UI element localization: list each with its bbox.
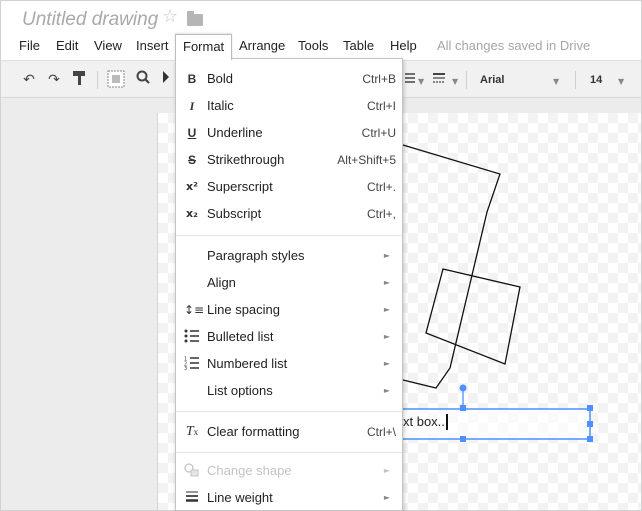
format-menu: B Bold Ctrl+B I Italic Ctrl+I U Underlin… <box>175 58 403 511</box>
submenu-arrow-icon: ► <box>383 251 390 260</box>
format-menu-change-shape: Change shape ► <box>176 458 402 484</box>
menu-insert[interactable]: Insert <box>136 34 169 58</box>
text-cursor <box>446 414 448 430</box>
format-menu-subscript[interactable]: x₂ Subscript Ctrl+, <box>176 201 402 227</box>
format-menu-paragraph-styles[interactable]: Paragraph styles ► <box>176 243 402 269</box>
menu-item-label: Subscript <box>207 206 262 221</box>
zoom-icon[interactable] <box>134 70 152 90</box>
undo-icon[interactable]: ↶ <box>20 70 38 90</box>
menu-help[interactable]: Help <box>390 34 417 58</box>
menu-item-label: Italic <box>207 98 234 113</box>
format-menu-underline[interactable]: U Underline Ctrl+U <box>176 120 402 146</box>
format-menu-clear-formatting[interactable]: Tx Clear formatting Ctrl+\ <box>176 419 402 445</box>
submenu-arrow-icon: ► <box>383 493 390 502</box>
format-menu-line-spacing[interactable]: ↕≡ Line spacing ► <box>176 297 402 323</box>
bulleted-list-icon <box>184 329 200 345</box>
submenu-arrow-icon: ► <box>383 359 390 368</box>
menu-item-label: Change shape <box>207 463 292 478</box>
menu-item-label: Strikethrough <box>207 152 285 167</box>
font-size-select[interactable]: 14 <box>582 70 622 90</box>
font-family-select[interactable]: Arial <box>470 70 562 90</box>
clear-formatting-icon: Tx <box>185 424 199 439</box>
format-menu-strikethrough[interactable]: S Strikethrough Alt+Shift+5 <box>176 147 402 173</box>
menu-item-label: Line spacing <box>207 302 280 317</box>
menu-view[interactable]: View <box>94 34 122 58</box>
textbox-content[interactable]: xt box.. <box>403 414 445 429</box>
folder-icon[interactable] <box>187 11 203 26</box>
submenu-arrow-icon: ► <box>383 386 390 395</box>
menu-item-label: Align <box>207 275 236 290</box>
format-menu-bulleted-list[interactable]: Bulleted list ► <box>176 324 402 350</box>
menu-item-label: Superscript <box>207 179 273 194</box>
bold-icon: B <box>187 72 197 86</box>
menu-item-shortcut: Alt+Shift+5 <box>337 153 396 167</box>
menu-file[interactable]: File <box>19 34 40 58</box>
italic-icon: I <box>189 99 195 113</box>
submenu-arrow-icon: ► <box>383 305 390 314</box>
menu-table[interactable]: Table <box>343 34 374 58</box>
star-icon[interactable]: ☆ <box>162 8 178 26</box>
toolbar-separator <box>97 71 98 89</box>
underline-icon: U <box>187 126 197 140</box>
menu-separator <box>176 235 402 236</box>
menu-tools[interactable]: Tools <box>298 34 328 58</box>
chevron-down-icon[interactable]: ▼ <box>618 77 624 86</box>
format-menu-superscript[interactable]: x² Superscript Ctrl+. <box>176 174 402 200</box>
menu-item-label: Clear formatting <box>207 424 300 439</box>
menu-item-shortcut: Ctrl+, <box>366 207 396 221</box>
chevron-down-icon[interactable]: ▼ <box>452 77 458 86</box>
menu-item-label: Line weight <box>207 490 273 505</box>
title-bar: Untitled drawing ☆ <box>0 0 642 34</box>
menu-item-label: Bold <box>207 71 234 86</box>
format-menu-numbered-list[interactable]: 123 Numbered list ► <box>176 351 402 377</box>
chevron-down-icon[interactable]: ▼ <box>553 77 559 86</box>
submenu-arrow-icon: ► <box>383 466 390 475</box>
numbered-list-icon: 123 <box>184 356 200 372</box>
strikethrough-icon: S <box>187 153 196 167</box>
menu-item-label: Paragraph styles <box>207 248 305 263</box>
line-spacing-toolbar-icon[interactable] <box>401 70 419 90</box>
line-spacing-icon: ↕≡ <box>184 303 205 317</box>
list-toolbar-icon[interactable] <box>430 70 448 90</box>
subscript-icon: x₂ <box>186 207 198 220</box>
select-icon[interactable] <box>106 70 126 90</box>
submenu-arrow-icon: ► <box>383 278 390 287</box>
save-status: All changes saved in Drive <box>437 38 591 53</box>
svg-text:3: 3 <box>184 366 187 370</box>
submenu-arrow-icon: ► <box>383 332 390 341</box>
menu-format[interactable]: Format <box>175 34 233 60</box>
format-menu-bold[interactable]: B Bold Ctrl+B <box>176 66 402 92</box>
menu-separator <box>176 452 402 453</box>
change-shape-icon <box>184 463 200 479</box>
menu-item-label: Underline <box>207 125 263 140</box>
paint-format-icon[interactable] <box>70 70 88 90</box>
format-menu-list-options[interactable]: List options ► <box>176 378 402 404</box>
line-weight-icon <box>184 490 200 506</box>
menu-arrange[interactable]: Arrange <box>239 34 285 58</box>
format-menu-italic[interactable]: I Italic Ctrl+I <box>176 93 402 119</box>
menu-separator <box>176 411 402 412</box>
superscript-icon: x² <box>186 180 198 193</box>
menu-item-shortcut: Ctrl+. <box>366 180 396 194</box>
menu-item-shortcut: Ctrl+B <box>362 72 396 86</box>
menu-item-label: List options <box>207 383 273 398</box>
format-menu-align[interactable]: Align ► <box>176 270 402 296</box>
toolbar-separator <box>466 71 467 89</box>
menu-item-shortcut: Ctrl+U <box>361 126 396 140</box>
toolbar-separator <box>575 71 576 89</box>
menu-item-shortcut: Ctrl+\ <box>366 425 396 439</box>
menu-item-label: Numbered list <box>207 356 288 371</box>
menu-item-label: Bulleted list <box>207 329 274 344</box>
redo-icon[interactable]: ↷ <box>45 70 63 90</box>
select-tool-icon[interactable] <box>160 70 172 90</box>
document-title[interactable]: Untitled drawing <box>22 9 158 31</box>
menubar: File Edit View Insert Format Arrange Too… <box>0 34 642 60</box>
menu-edit[interactable]: Edit <box>56 34 78 58</box>
chevron-down-icon[interactable]: ▼ <box>418 77 424 86</box>
format-menu-line-weight[interactable]: Line weight ► <box>176 485 402 511</box>
menu-item-shortcut: Ctrl+I <box>366 99 396 113</box>
